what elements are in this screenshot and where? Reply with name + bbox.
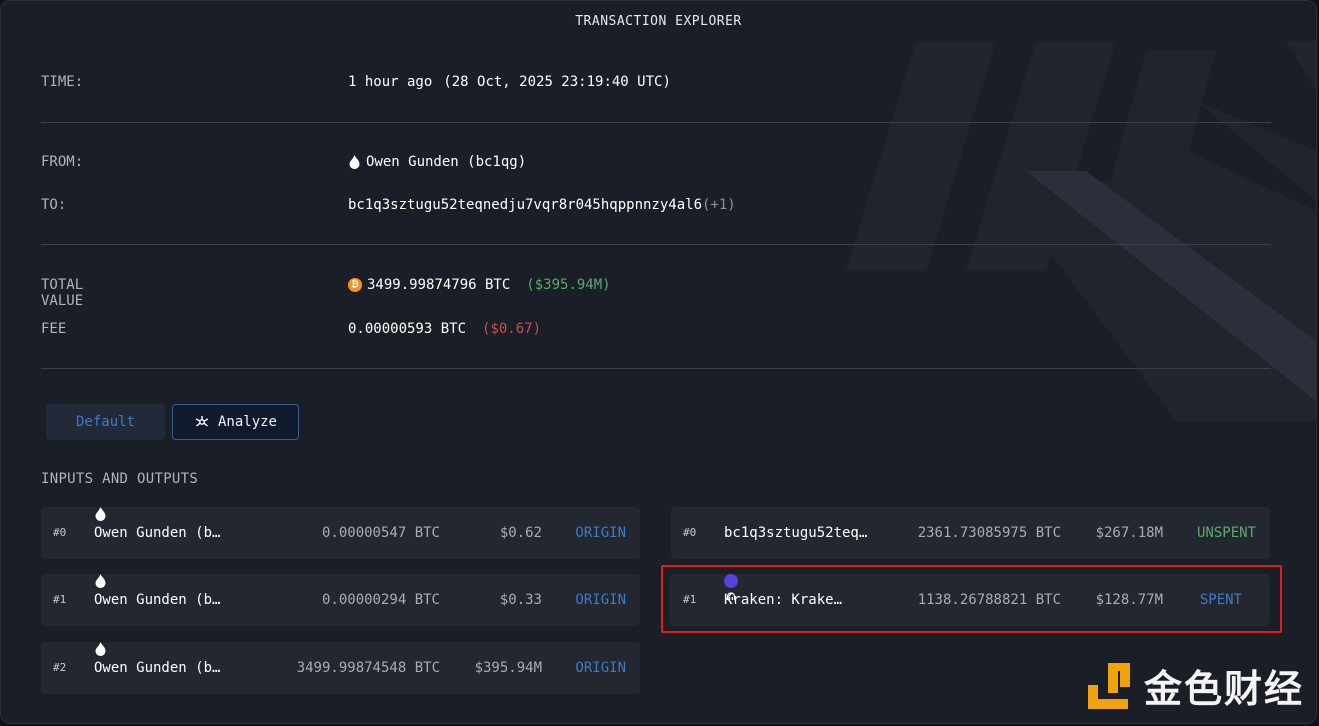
input-status[interactable]: ORIGIN	[575, 642, 626, 694]
input-usd: $0.33	[499, 592, 542, 608]
watermark-text: 金色财经	[1143, 667, 1304, 711]
input-usd: $395.94M	[474, 660, 542, 676]
tab-default-label: Default	[75, 414, 135, 430]
divider	[41, 122, 1271, 123]
total-value: ₿ 3499.99874796 BTC ($395.94M)	[348, 277, 611, 293]
from-value[interactable]: Owen Gunden (bc1qg)	[348, 154, 526, 170]
input-owner[interactable]: Owen Gunden (b…	[94, 507, 220, 541]
background-logo-decoration	[846, 41, 1316, 421]
inputs-outputs-title: INPUTS AND OUTPUTS	[41, 471, 199, 487]
fee-value: 0.00000593 BTC ($0.67)	[348, 321, 541, 337]
output-row[interactable]: #0 bc1q3sztugu52teq… 2361.73085975 BTC $…	[671, 507, 1270, 559]
input-index: #1	[53, 593, 67, 606]
transaction-explorer-panel: TRANSACTION EXPLORER TIME: 1 hour ago (2…	[0, 0, 1317, 724]
input-row[interactable]: #0 Owen Gunden (b… 0.00000547 BTC $0.62 …	[41, 507, 640, 559]
output-index: #0	[683, 526, 697, 539]
fee-label: FEE	[41, 321, 67, 337]
watermark: 金色财经	[1087, 658, 1304, 713]
output-amount: 2361.73085975 BTC	[917, 525, 1061, 541]
fee-usd: ($0.67)	[482, 321, 542, 337]
from-address: Owen Gunden (bc1qg)	[366, 154, 527, 170]
divider	[41, 368, 1271, 369]
input-amount: 3499.99874548 BTC	[296, 660, 440, 676]
tab-default[interactable]: Default	[46, 404, 165, 440]
from-label: FROM:	[41, 154, 84, 170]
input-index: #0	[53, 526, 67, 539]
total-value-label: TOTAL VALUE	[41, 277, 84, 309]
flame-icon	[349, 155, 360, 169]
input-owner-name: Owen Gunden (b…	[94, 592, 221, 608]
tab-analyze-label: Analyze	[217, 414, 277, 430]
total-btc: 3499.99874796 BTC	[367, 277, 511, 293]
tab-analyze[interactable]: Analyze	[172, 404, 299, 440]
to-address: bc1q3sztugu52teqnedju7vqr8r045hqppnnzy4a…	[348, 197, 703, 213]
fee-btc: 0.00000593 BTC	[348, 321, 467, 337]
graph-analysis-icon	[195, 416, 209, 427]
to-value[interactable]: bc1q3sztugu52teqnedju7vqr8r045hqppnnzy4a…	[348, 197, 736, 213]
highlight-box	[661, 565, 1282, 633]
time-absolute: (28 Oct, 2025 23:19:40 UTC)	[443, 74, 671, 90]
input-row[interactable]: #1 Owen Gunden (b… 0.00000294 BTC $0.33 …	[41, 574, 640, 626]
input-index: #2	[53, 661, 67, 674]
output-status[interactable]: UNSPENT	[1197, 507, 1256, 559]
page-title: TRANSACTION EXPLORER	[575, 14, 742, 29]
input-row[interactable]: #2 Owen Gunden (b… 3499.99874548 BTC $39…	[41, 642, 640, 694]
input-owner-name: Owen Gunden (b…	[94, 525, 221, 541]
input-usd: $0.62	[499, 525, 542, 541]
time-label: TIME:	[41, 74, 84, 90]
time-value: 1 hour ago (28 Oct, 2025 23:19:40 UTC)	[348, 74, 671, 90]
jinse-logo-icon	[1087, 662, 1130, 709]
input-status[interactable]: ORIGIN	[575, 507, 626, 559]
divider	[41, 244, 1271, 245]
to-label: TO:	[41, 197, 67, 213]
input-owner[interactable]: Owen Gunden (b…	[94, 574, 220, 608]
output-address[interactable]: bc1q3sztugu52teq…	[724, 507, 867, 559]
input-owner-name: Owen Gunden (b…	[94, 660, 221, 676]
input-amount: 0.00000294 BTC	[321, 592, 440, 608]
input-owner[interactable]: Owen Gunden (b…	[94, 642, 220, 676]
total-usd: ($395.94M)	[526, 277, 611, 293]
to-extra-count[interactable]: (+1)	[702, 197, 736, 213]
bitcoin-icon: ₿	[348, 278, 362, 292]
input-status[interactable]: ORIGIN	[575, 574, 626, 626]
input-amount: 0.00000547 BTC	[321, 525, 440, 541]
time-relative: 1 hour ago	[348, 74, 433, 90]
output-usd: $267.18M	[1095, 525, 1163, 541]
